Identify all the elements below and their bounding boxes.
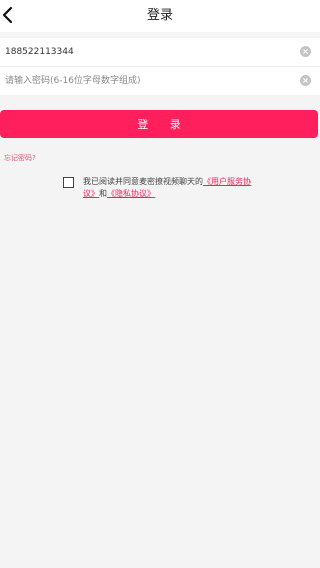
password-input[interactable]: [5, 67, 285, 95]
phone-field-row: [0, 38, 320, 67]
agreement-checkbox[interactable]: [63, 177, 74, 188]
agreement-prefix: 我已阅读并同意麦密撩视频聊天的: [83, 177, 203, 186]
phone-input[interactable]: [5, 38, 285, 66]
login-form: [0, 38, 320, 95]
login-button[interactable]: 登 录: [0, 110, 318, 138]
forgot-password-link[interactable]: 忘记密码?: [4, 153, 36, 163]
header-bar: 登录: [0, 0, 320, 32]
password-field-row: [0, 67, 320, 95]
clear-password-icon[interactable]: [300, 75, 311, 86]
clear-phone-icon[interactable]: [300, 46, 311, 57]
privacy-policy-link[interactable]: 《隐私协议》: [107, 189, 155, 198]
page-title: 登录: [146, 8, 173, 23]
agreement-text: 我已阅读并同意麦密撩视频聊天的《用户服务协议》和《隐私协议》: [83, 176, 261, 200]
agreement-connector: 和: [99, 189, 107, 198]
